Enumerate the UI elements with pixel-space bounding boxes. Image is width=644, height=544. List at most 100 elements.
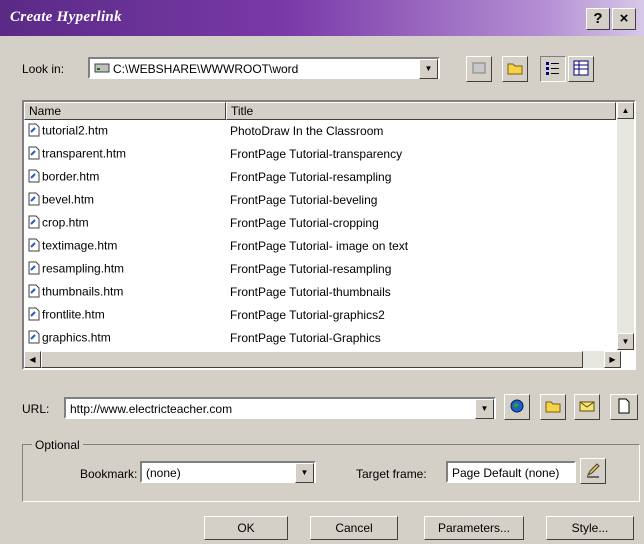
file-name: textimage.htm [28, 238, 117, 255]
url-input[interactable]: http://www.electricteacher.com [70, 402, 232, 416]
file-name: transparent.htm [28, 146, 126, 163]
horizontal-scroll-thumb[interactable] [41, 351, 583, 368]
list-item[interactable]: resampling.htm FrontPage Tutorial-resampl… [24, 258, 616, 280]
browse-web-button[interactable] [504, 394, 530, 420]
file-title: FrontPage Tutorial-graphics2 [230, 308, 385, 322]
new-page-icon [616, 398, 632, 417]
cancel-button[interactable]: Cancel [310, 516, 398, 540]
web-search-button[interactable] [466, 56, 492, 82]
url-combo[interactable]: http://www.electricteacher.com ▼ [64, 397, 496, 419]
target-frame-value: Page Default (none) [452, 466, 560, 480]
bookmark-combo[interactable]: (none) ▼ [140, 461, 316, 483]
bookmark-label: Bookmark: [80, 467, 138, 481]
html-file-icon [28, 169, 40, 186]
scroll-up-arrow[interactable]: ▲ [617, 102, 634, 119]
file-name: bevel.htm [28, 192, 94, 209]
list-item[interactable]: frontlite.htm FrontPage Tutorial-graphics… [24, 304, 616, 326]
envelope-icon [579, 398, 595, 417]
dialog-title: Create Hyperlink [10, 9, 122, 25]
file-name-text: tutorial2.htm [42, 123, 109, 138]
scroll-down-arrow[interactable]: ▼ [617, 333, 634, 350]
close-button[interactable]: × [612, 8, 636, 30]
list-item[interactable]: thumbnails.htm FrontPage Tutorial-thumbna… [24, 281, 616, 303]
file-name-text: bevel.htm [42, 192, 95, 207]
file-title: FrontPage Tutorial-cropping [230, 216, 379, 230]
file-name: graphics.htm [28, 330, 111, 347]
file-title: FrontPage Tutorial-beveling [230, 193, 378, 207]
html-file-icon [28, 192, 40, 209]
horizontal-scrollbar[interactable]: ◀ ▶ [24, 351, 621, 368]
optional-group-label: Optional [32, 438, 83, 452]
file-title: FrontPage Tutorial-transparency [230, 147, 403, 161]
look-in-path: C:\WEBSHARE\WWWROOT\word [94, 62, 298, 77]
html-file-icon [28, 215, 40, 232]
file-name: crop.htm [28, 215, 89, 232]
html-file-icon [28, 238, 40, 255]
vertical-scrollbar[interactable]: ▲ ▼ [617, 102, 634, 350]
list-item[interactable]: bevel.htm FrontPage Tutorial-beveling [24, 189, 616, 211]
file-name-text: textimage.htm [42, 238, 118, 253]
file-title: PhotoDraw In the Classroom [230, 124, 384, 138]
url-dropdown-arrow[interactable]: ▼ [475, 399, 494, 419]
details-view-button[interactable] [568, 56, 594, 82]
style-button[interactable]: Style... [546, 516, 634, 540]
file-name: resampling.htm [28, 261, 124, 278]
file-list[interactable]: Name Title tutorial2.htm PhotoDraw In the… [22, 100, 636, 370]
help-button[interactable]: ? [586, 8, 610, 30]
column-header-title[interactable]: Title [226, 102, 616, 120]
look-in-combo[interactable]: C:\WEBSHARE\WWWROOT\word ▼ [88, 57, 440, 79]
parameters-button[interactable]: Parameters... [424, 516, 524, 540]
ok-button[interactable]: OK [204, 516, 288, 540]
file-folder-icon [545, 398, 561, 417]
list-item[interactable]: graphics.htm FrontPage Tutorial-Graphics [24, 327, 616, 349]
scroll-left-arrow[interactable]: ◀ [24, 351, 41, 368]
file-name: tutorial2.htm [28, 123, 108, 140]
html-file-icon [28, 330, 40, 347]
html-file-icon [28, 123, 40, 140]
html-file-icon [28, 284, 40, 301]
list-header: Name Title [24, 102, 616, 120]
search-web-icon [471, 60, 487, 79]
file-name-text: frontlite.htm [42, 307, 105, 322]
file-name-text: crop.htm [42, 215, 89, 230]
html-file-icon [28, 307, 40, 324]
html-file-icon [28, 146, 40, 163]
url-label: URL: [22, 402, 50, 416]
list-item[interactable]: tutorial2.htm PhotoDraw In the Classroom [24, 120, 616, 142]
title-bar: Create Hyperlink ? × [0, 0, 644, 36]
scroll-right-arrow[interactable]: ▶ [604, 351, 621, 368]
bookmark-dropdown-arrow[interactable]: ▼ [295, 463, 314, 483]
list-view-icon [545, 60, 561, 79]
list-item[interactable]: transparent.htm FrontPage Tutorial-transp… [24, 143, 616, 165]
list-view-button[interactable] [540, 56, 566, 82]
drive-icon [94, 62, 110, 77]
look-in-dropdown-arrow[interactable]: ▼ [419, 59, 438, 79]
file-name: thumbnails.htm [28, 284, 123, 301]
up-folder-button[interactable] [502, 56, 528, 82]
new-page-button[interactable] [610, 394, 638, 420]
pencil-icon [585, 462, 601, 481]
list-item[interactable]: textimage.htm FrontPage Tutorial- image o… [24, 235, 616, 257]
column-header-name[interactable]: Name [24, 102, 226, 120]
look-in-path-text: C:\WEBSHARE\WWWROOT\word [113, 62, 299, 76]
look-in-label: Look in: [22, 62, 65, 76]
list-item[interactable]: border.htm FrontPage Tutorial-resampling [24, 166, 616, 188]
change-target-frame-button[interactable] [580, 458, 606, 484]
file-name-text: resampling.htm [42, 261, 125, 276]
bookmark-value: (none) [146, 466, 181, 480]
list-item[interactable]: crop.htm FrontPage Tutorial-cropping [24, 212, 616, 234]
target-frame-label: Target frame: [356, 467, 427, 481]
file-name-text: border.htm [42, 169, 100, 184]
file-name-text: transparent.htm [42, 146, 127, 161]
folder-up-icon [507, 60, 523, 79]
file-name: border.htm [28, 169, 99, 186]
details-view-icon [573, 60, 589, 79]
file-title: FrontPage Tutorial-resampling [230, 170, 392, 184]
file-title: FrontPage Tutorial-resampling [230, 262, 392, 276]
browse-file-button[interactable] [540, 394, 566, 420]
globe-icon [509, 398, 525, 417]
target-frame-field[interactable]: Page Default (none) [446, 461, 576, 483]
file-title: FrontPage Tutorial-thumbnails [230, 285, 391, 299]
file-name: frontlite.htm [28, 307, 105, 324]
email-link-button[interactable] [574, 394, 600, 420]
